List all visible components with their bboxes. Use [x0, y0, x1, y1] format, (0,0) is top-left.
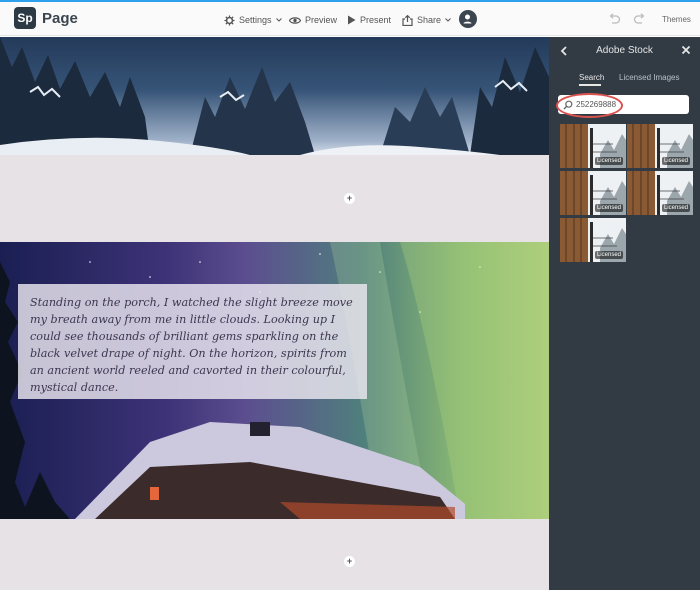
chevron-down-icon — [275, 18, 282, 22]
undo-icon[interactable] — [607, 12, 621, 26]
tab-search[interactable]: Search — [579, 73, 604, 82]
licensed-badge: Licensed — [594, 157, 623, 165]
stock-thumbnail[interactable]: Licensed — [560, 171, 626, 215]
settings-label: Settings — [239, 15, 272, 25]
quote-card[interactable]: Standing on the porch, I watched the sli… — [18, 284, 367, 399]
licensed-badge: Licensed — [661, 204, 690, 212]
tab-licensed-images[interactable]: Licensed Images — [619, 73, 679, 82]
add-section-button-bottom[interactable]: + — [344, 556, 355, 567]
search-highlight-ring — [556, 93, 623, 118]
preview-button[interactable]: Preview — [289, 12, 337, 28]
snowy-forest-image — [0, 37, 549, 155]
panel-title: Adobe Stock — [596, 45, 653, 56]
eye-icon — [289, 16, 301, 24]
stock-thumbnail[interactable]: Licensed — [560, 218, 626, 262]
quote-text[interactable]: Standing on the porch, I watched the sli… — [30, 294, 355, 396]
hero-image-snow-forest[interactable] — [0, 37, 549, 155]
share-icon — [402, 14, 413, 26]
preview-label: Preview — [305, 15, 338, 25]
licensed-badge: Licensed — [594, 204, 623, 212]
licensed-badge: Licensed — [594, 251, 623, 259]
top-toolbar: Sp Page Settings Preview Present Share T… — [0, 2, 700, 36]
stock-thumbnail[interactable]: Licensed — [627, 171, 693, 215]
present-label: Present — [360, 15, 392, 25]
add-section-button[interactable]: + — [344, 193, 355, 204]
close-icon[interactable] — [681, 45, 691, 55]
play-icon — [348, 15, 356, 25]
stock-thumbnail[interactable]: Licensed — [627, 124, 693, 168]
chevron-down-icon — [445, 18, 451, 22]
licensed-badge: Licensed — [661, 157, 690, 165]
hero-image-aurora-cabin[interactable]: Standing on the porch, I watched the sli… — [0, 242, 549, 519]
page-canvas: + Standing on the porch, I watched the s… — [0, 37, 549, 590]
tab-active-indicator — [579, 84, 601, 86]
settings-menu[interactable]: Settings — [224, 12, 282, 28]
app-logo: Sp — [14, 7, 36, 29]
redo-icon[interactable] — [633, 12, 647, 26]
present-button[interactable]: Present — [347, 12, 391, 28]
share-menu[interactable]: Share — [402, 12, 451, 28]
themes-button[interactable]: Themes — [662, 15, 691, 24]
adobe-stock-panel: Adobe Stock Search Licensed Images 25226… — [549, 37, 700, 590]
gear-icon — [224, 14, 235, 26]
user-icon — [463, 14, 472, 24]
stock-thumbnail[interactable]: Licensed — [560, 124, 626, 168]
share-label: Share — [417, 15, 442, 25]
user-avatar[interactable] — [459, 10, 477, 28]
app-name: Page — [42, 10, 78, 27]
